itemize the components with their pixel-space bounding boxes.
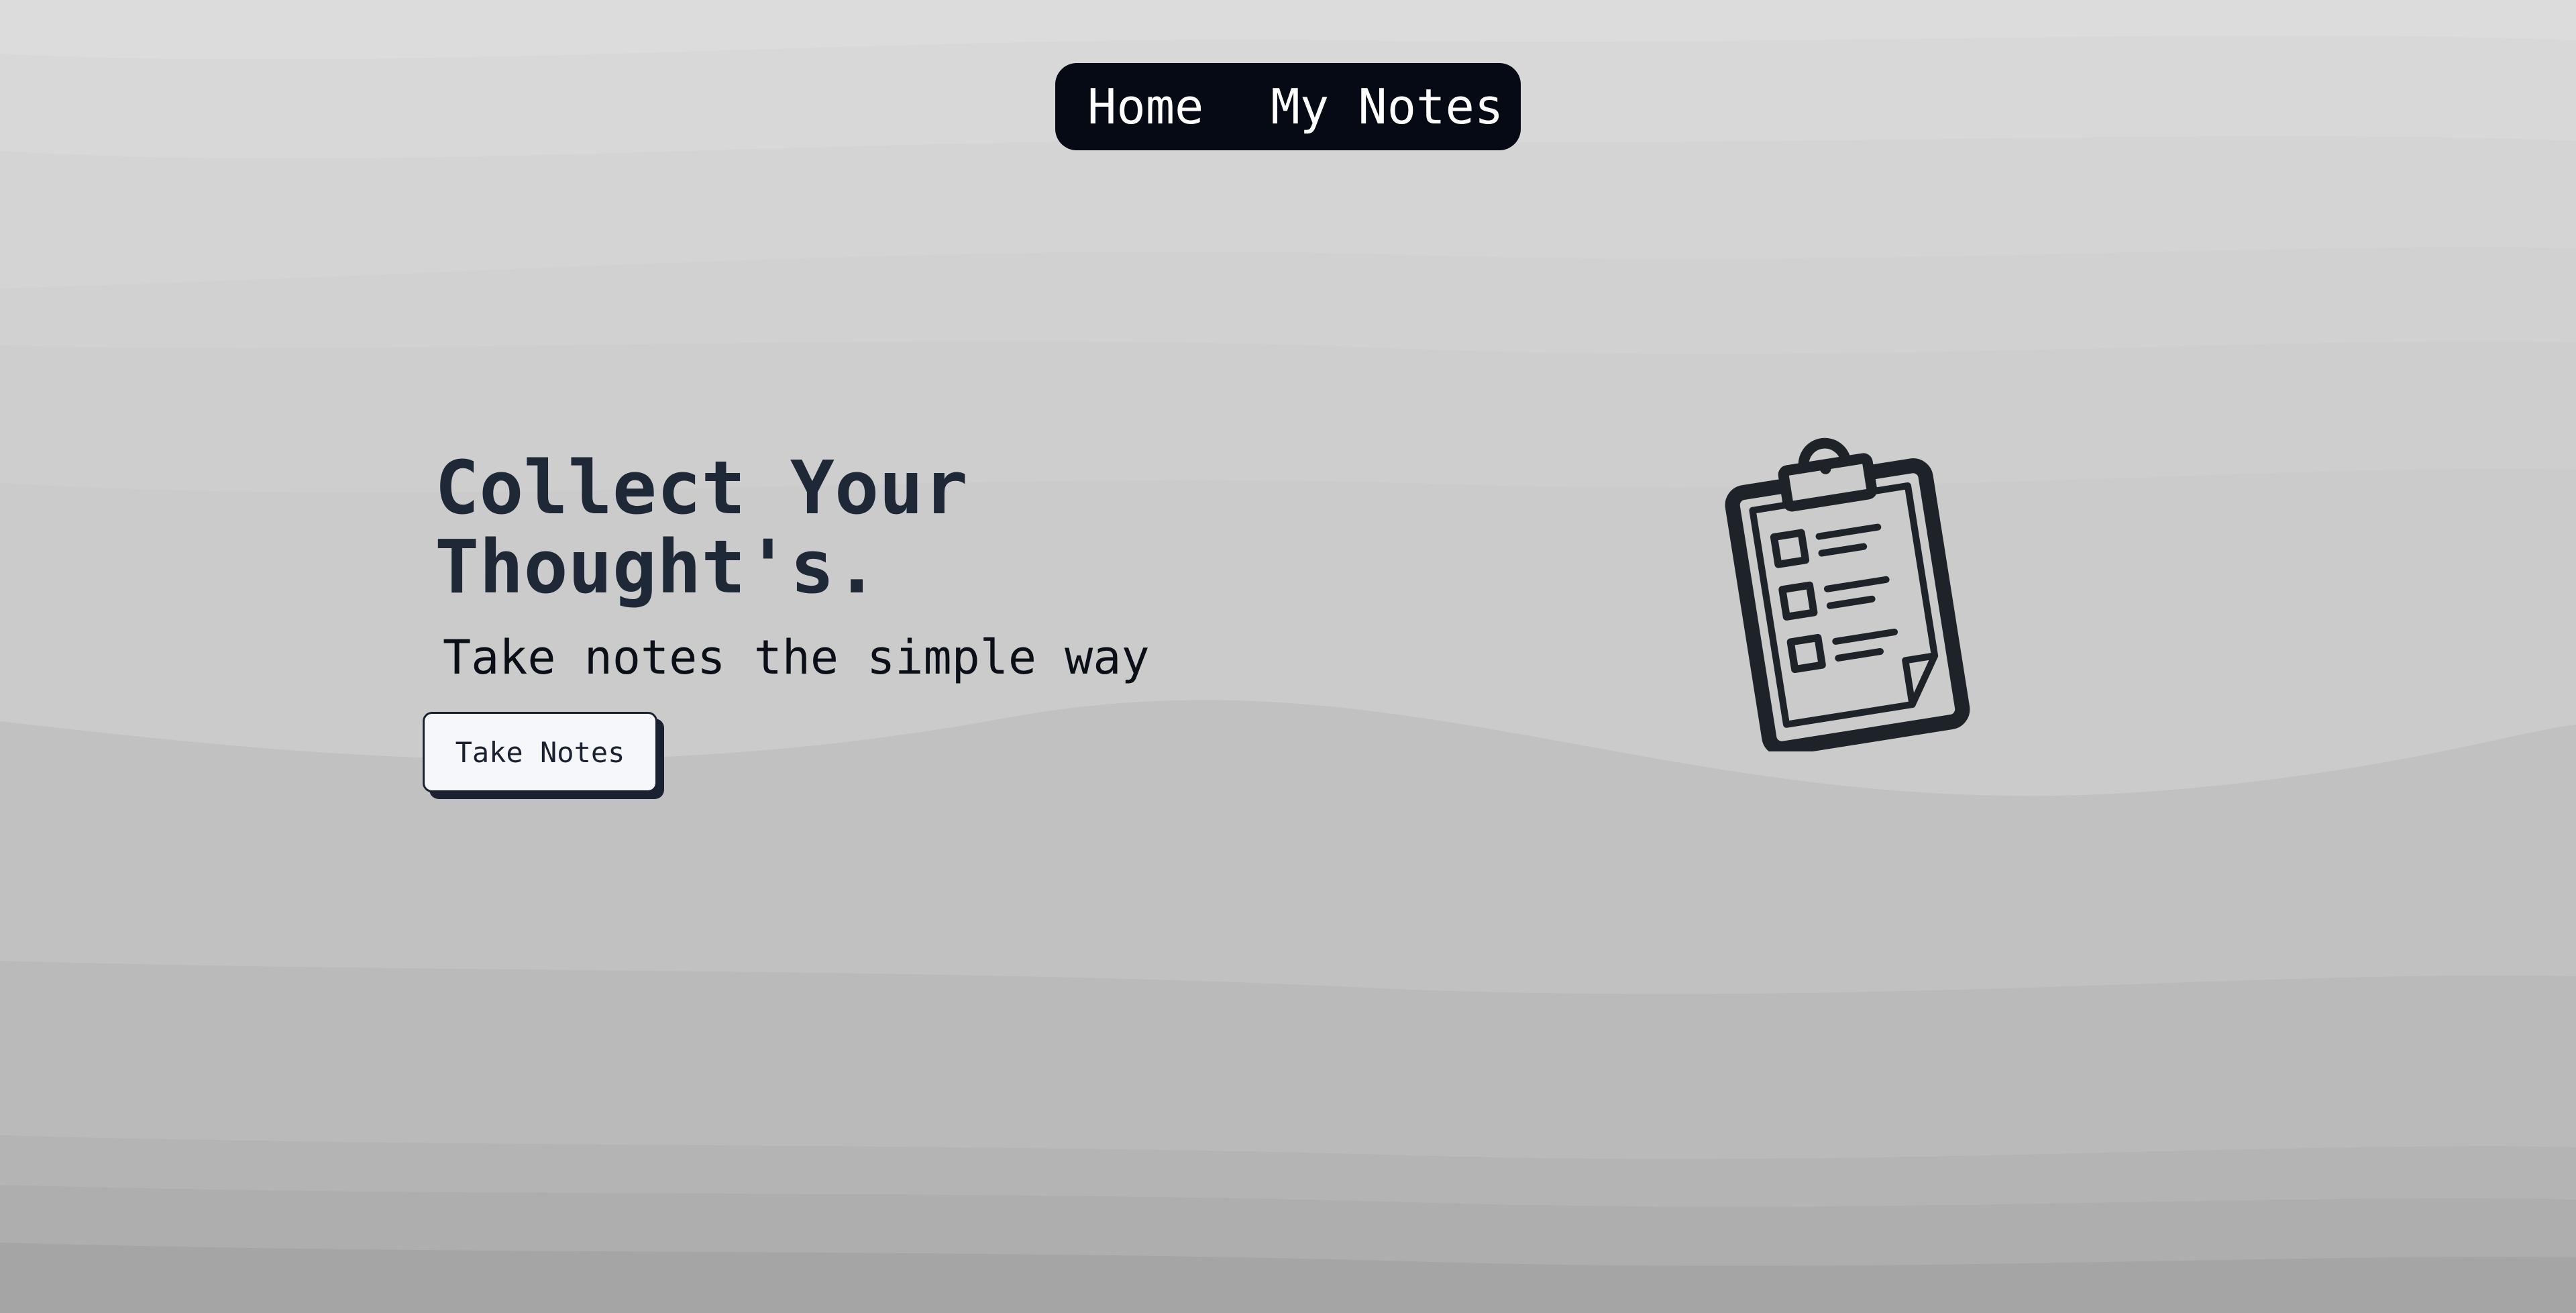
take-notes-button[interactable]: Take Notes — [423, 712, 657, 792]
nav-link-my-notes[interactable]: My Notes — [1271, 83, 1503, 131]
clipboard-checklist-icon — [1725, 437, 1970, 751]
wave-background — [0, 0, 2576, 1313]
hero-subtitle: Take notes the simple way — [443, 630, 1150, 685]
top-nav: Home My Notes — [1055, 63, 1521, 150]
hero-title: Collect Your Thought's. — [435, 445, 968, 610]
nav-link-home[interactable]: Home — [1087, 83, 1203, 131]
